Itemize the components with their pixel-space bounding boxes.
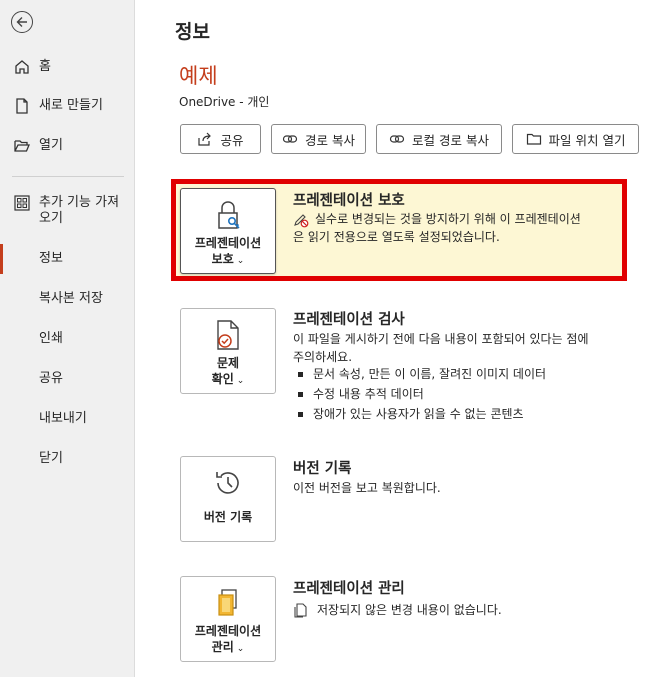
copy-local-path-label: 로컬 경로 복사 (412, 132, 489, 148)
no-edit-pencil-icon (294, 214, 309, 228)
list-item: 수정 내용 추적 데이터 (293, 384, 546, 404)
sidebar-item-label: 닫기 (39, 451, 63, 466)
sidebar-divider (12, 176, 124, 177)
inspect-section-desc: 이 파일을 게시하기 전에 다음 내용이 포함되어 있다는 점에 주의하세요. (293, 330, 588, 366)
sidebar-item-label: 홈 (39, 59, 51, 74)
folder-icon (526, 133, 541, 145)
open-folder-icon (14, 140, 30, 152)
protect-presentation-button[interactable]: 프레젠테이션 보호 ⌄ (180, 188, 276, 274)
sidebar-item-new[interactable]: 새로 만들기 (0, 97, 134, 117)
sidebar-item-close[interactable]: 닫기 (0, 450, 134, 470)
sidebar-item-label: 공유 (39, 371, 63, 386)
inspect-desc-line2: 주의하세요. (293, 350, 353, 364)
addins-label-line1: 추가 기능 가져 (39, 195, 120, 210)
history-section-desc: 이전 버전을 보고 복원합니다. (293, 481, 441, 495)
manage-label-line2: 관리 (211, 640, 234, 654)
sidebar-item-save-copy[interactable]: 복사본 저장 (0, 290, 134, 310)
copy-path-label: 경로 복사 (305, 132, 355, 148)
open-file-location-button[interactable]: 파일 위치 열기 (512, 124, 639, 154)
list-item: 문서 속성, 만든 이 이름, 잘려진 이미지 데이터 (293, 364, 546, 384)
version-history-button[interactable]: 버전 기록 (180, 456, 276, 542)
lock-key-icon (218, 201, 240, 229)
sidebar-item-home[interactable]: 홈 (0, 58, 134, 78)
document-title: 예제 (179, 64, 218, 88)
inspect-section-title: 프레젠테이션 검사 (293, 312, 405, 328)
check-issues-label: 문제 확인 ⌄ (212, 355, 245, 389)
protect-desc-line1: 실수로 변경되는 것을 방지하기 위해 이 프레젠테이션 (315, 212, 581, 226)
protect-label-line1: 프레젠테이션 (194, 236, 262, 250)
sidebar-item-label: 정보 (39, 251, 63, 266)
sidebar-item-share[interactable]: 공유 (0, 370, 134, 390)
sidebar-item-label: 복사본 저장 (39, 291, 103, 306)
manage-section-desc: 저장되지 않은 변경 내용이 없습니다. (317, 603, 502, 617)
chevron-down-icon: ⌄ (236, 256, 245, 266)
sidebar-item-label: 열기 (39, 138, 63, 153)
inspect-label-line2: 확인 (211, 372, 234, 386)
inspect-document-icon (217, 320, 239, 350)
sidebar-item-label: 내보내기 (39, 411, 87, 426)
info-pane: 정보 예제 OneDrive - 개인 공유 경로 복사 로컬 경로 복사 파일… (135, 0, 661, 677)
home-icon (15, 60, 29, 74)
sidebar-item-label: 인쇄 (39, 331, 63, 346)
document-location[interactable]: OneDrive - 개인 (179, 93, 269, 110)
back-button[interactable] (11, 11, 33, 33)
protect-button-label: 프레젠테이션 보호 ⌄ (195, 235, 261, 269)
version-history-label: 버전 기록 (203, 510, 253, 524)
manage-section-title: 프레젠테이션 관리 (293, 581, 405, 597)
back-arrow-icon (16, 17, 27, 27)
copy-local-path-button[interactable]: 로컬 경로 복사 (376, 124, 502, 154)
history-section-title: 버전 기록 (293, 461, 352, 477)
check-for-issues-button[interactable]: 문제 확인 ⌄ (180, 308, 276, 394)
sidebar-item-open[interactable]: 열기 (0, 137, 134, 157)
manage-label-line1: 프레젠테이션 (194, 624, 262, 638)
manage-documents-icon (218, 589, 237, 616)
sidebar-item-export[interactable]: 내보내기 (0, 410, 134, 430)
share-button-label: 공유 (220, 132, 244, 148)
addins-label-line2: 오기 (39, 211, 63, 226)
share-icon (198, 132, 212, 146)
protect-section-title: 프레젠테이션 보호 (293, 193, 405, 209)
inspect-label-line1: 문제 (216, 356, 240, 370)
inspect-desc-line1: 이 파일을 게시하기 전에 다음 내용이 포함되어 있다는 점에 (293, 332, 589, 346)
manage-presentation-button[interactable]: 프레젠테이션 관리 ⌄ (180, 576, 276, 662)
history-clock-icon (216, 472, 239, 494)
protect-section-desc: 실수로 변경되는 것을 방지하기 위해 이 프레젠테이션 (315, 210, 581, 228)
sidebar-item-label: 추가 기능 가져 오기 (39, 195, 119, 227)
protect-label-line2: 보호 (211, 252, 234, 266)
link-icon (389, 135, 405, 143)
sidebar-item-label: 새로 만들기 (39, 98, 103, 113)
sidebar-item-print[interactable]: 인쇄 (0, 330, 134, 350)
document-stack-icon (294, 603, 307, 618)
manage-presentation-label: 프레젠테이션 관리 ⌄ (195, 623, 261, 657)
protect-section-desc-cont: 은 읽기 전용으로 열도록 설정되었습니다. (293, 230, 500, 244)
inspect-bullet-list: 문서 속성, 만든 이 이름, 잘려진 이미지 데이터 수정 내용 추적 데이터… (293, 364, 546, 424)
new-document-icon (16, 98, 28, 114)
sidebar-item-get-addins[interactable]: 추가 기능 가져 오기 (0, 194, 134, 230)
page-title: 정보 (175, 21, 210, 43)
copy-path-button[interactable]: 경로 복사 (271, 124, 366, 154)
backstage-sidebar: 홈 새로 만들기 열기 추가 기능 가져 오기 정보 복사본 저장 인쇄 공유 … (0, 0, 135, 677)
add-ins-grid-icon (14, 195, 30, 211)
share-button[interactable]: 공유 (180, 124, 261, 154)
chevron-down-icon: ⌄ (236, 376, 245, 386)
chevron-down-icon: ⌄ (236, 644, 245, 654)
open-file-location-label: 파일 위치 열기 (548, 132, 626, 148)
sidebar-item-info[interactable]: 정보 (0, 250, 134, 270)
link-icon (282, 135, 298, 143)
list-item: 장애가 있는 사용자가 읽을 수 없는 콘텐츠 (293, 404, 546, 424)
